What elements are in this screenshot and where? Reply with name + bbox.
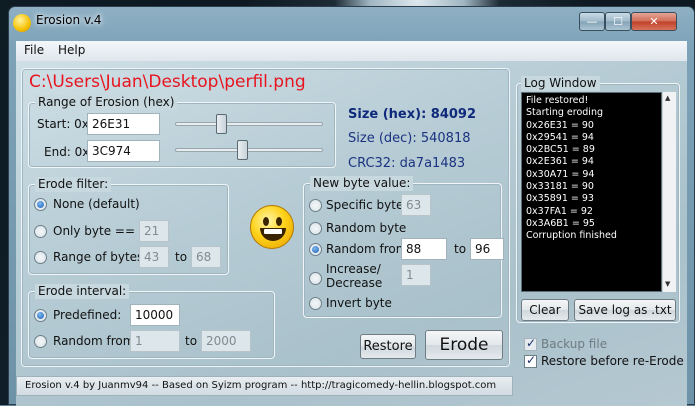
random-to-label: to: [454, 242, 467, 256]
erode-filter-label: Erode filter:: [35, 177, 112, 192]
log-line: File restored!: [526, 95, 589, 106]
random-to-input[interactable]: 96: [470, 238, 504, 260]
interval-random-to-input[interactable]: 2000: [201, 330, 251, 352]
end-slider-track[interactable]: [175, 148, 323, 152]
specific-byte-input[interactable]: 63: [401, 194, 431, 216]
filter-range-to-label: to: [175, 250, 188, 264]
end-label: End: 0x: [44, 145, 90, 159]
save-log-button[interactable]: Save log as .txt: [574, 299, 676, 321]
filter-range-to-input[interactable]: 68: [191, 246, 221, 268]
menu-bar: File Help: [16, 41, 687, 61]
start-slider-track[interactable]: [175, 122, 323, 126]
invert-byte-radio[interactable]: [309, 297, 322, 310]
erode-button[interactable]: Erode: [425, 330, 503, 360]
inc-dec-label-line1: Increase/: [326, 262, 381, 276]
interval-to-label: to: [185, 334, 198, 348]
close-button[interactable]: ✕: [631, 12, 677, 31]
random-byte-radio[interactable]: [309, 222, 322, 235]
clear-button[interactable]: Clear: [521, 299, 569, 321]
range-group-label: Range of Erosion (hex): [35, 95, 178, 110]
start-label: Start: 0x: [37, 117, 89, 131]
log-line: 0x2E361 = 94: [526, 156, 594, 168]
end-input[interactable]: 3C974: [87, 140, 160, 162]
filter-none-label[interactable]: None (default): [53, 197, 140, 211]
log-line: 0x29541 = 94: [526, 131, 594, 143]
interval-predefined-label[interactable]: Predefined:: [53, 308, 121, 322]
filter-none-radio[interactable]: [34, 198, 47, 211]
interval-random-from-input[interactable]: 1: [130, 330, 180, 352]
erode-interval-label: Erode interval:: [35, 284, 130, 299]
log-scrollbar[interactable]: ▲ ▼: [662, 92, 676, 292]
backup-file-checkbox[interactable]: [524, 336, 537, 351]
range-group: Range of Erosion (hex) Start: 0x 26E31 E…: [28, 95, 336, 168]
erode-interval-group: Erode interval: Predefined: 10000 Random…: [28, 284, 275, 359]
main-panel: C:\Users\Juan\Desktop\perfil.png Range o…: [21, 68, 510, 367]
start-input[interactable]: 26E31: [87, 113, 160, 135]
interval-random-label[interactable]: Random from: [53, 334, 134, 348]
smiley-icon: [250, 205, 294, 249]
client-area: C:\Users\Juan\Desktop\perfil.png Range o…: [16, 61, 687, 406]
app-window: Erosion v.4 — ☐ ✕ File Help C:\Users\Jua…: [8, 6, 695, 406]
size-hex: Size (hex): 84092: [348, 107, 477, 122]
window-title: Erosion v.4: [36, 13, 102, 27]
log-line: 0x35891 = 93: [526, 193, 594, 205]
file-path: C:\Users\Juan\Desktop\perfil.png: [29, 72, 306, 92]
random-from-input[interactable]: 88: [401, 238, 447, 260]
end-slider-thumb[interactable]: [237, 140, 249, 160]
log-line: 0x37FA1 = 92: [526, 205, 593, 217]
scroll-down-icon[interactable]: ▼: [665, 280, 670, 288]
filter-range-label[interactable]: Range of bytes: [53, 250, 143, 264]
minimize-button[interactable]: —: [579, 12, 605, 31]
random-from-label[interactable]: Random from: [326, 242, 407, 256]
inc-dec-label[interactable]: Increase/ Decrease: [326, 262, 382, 290]
filter-only-byte-radio[interactable]: [34, 225, 47, 238]
log-line: Corruption finished: [526, 230, 617, 242]
start-slider-thumb[interactable]: [216, 114, 228, 134]
new-byte-group: New byte value: Specific byte: 63 Random…: [303, 176, 504, 318]
log-group-label: Log Window: [521, 76, 600, 91]
log-line: 0x26E31 = 90: [526, 119, 594, 131]
restore-before-checkbox[interactable]: [524, 353, 537, 368]
specific-byte-label[interactable]: Specific byte:: [326, 198, 407, 212]
log-line: 0x30A71 = 94: [526, 168, 595, 180]
log-group: Log Window File restored! Starting erodin…: [516, 76, 680, 323]
menu-file[interactable]: File: [24, 43, 44, 57]
inc-dec-label-line2: Decrease: [326, 276, 383, 290]
new-byte-label: New byte value:: [310, 176, 414, 191]
backup-file-label[interactable]: Backup file: [541, 337, 607, 351]
log-textarea[interactable]: File restored! Starting eroding 0x26E31 = …: [521, 92, 662, 292]
scroll-up-icon[interactable]: ▲: [665, 94, 670, 102]
filter-range-from-input[interactable]: 43: [139, 246, 169, 268]
specific-byte-radio[interactable]: [309, 199, 322, 212]
log-line: 0x3A6B1 = 95: [526, 217, 595, 229]
random-from-radio[interactable]: [309, 243, 322, 256]
log-line: Starting eroding: [526, 107, 603, 119]
restore-before-label[interactable]: Restore before re-Erode: [541, 354, 684, 368]
title-bar[interactable]: Erosion v.4 — ☐ ✕: [9, 7, 694, 39]
log-line: 0x2BC51 = 89: [526, 144, 595, 156]
menu-help[interactable]: Help: [58, 43, 85, 57]
maximize-button[interactable]: ☐: [605, 12, 631, 31]
erode-filter-group: Erode filter: None (default) Only byte =…: [28, 177, 229, 275]
size-dec: Size (dec): 540818: [348, 131, 471, 146]
filter-only-byte-label[interactable]: Only byte ==: [53, 224, 135, 238]
log-line: 0x33181 = 90: [526, 181, 594, 193]
status-bar: Erosion v.4 by Juanmv94 -- Based on Syiz…: [16, 376, 513, 396]
invert-byte-label[interactable]: Invert byte: [326, 296, 392, 310]
inc-dec-radio[interactable]: [309, 272, 322, 285]
interval-predefined-radio[interactable]: [34, 309, 47, 322]
interval-predefined-input[interactable]: 10000: [130, 304, 180, 326]
inc-dec-input[interactable]: 1: [401, 264, 431, 286]
smiley-icon: [13, 14, 31, 32]
crc32: CRC32: da7a1483: [348, 156, 466, 171]
interval-random-radio[interactable]: [34, 335, 47, 348]
filter-only-byte-input[interactable]: 21: [139, 220, 169, 242]
filter-range-radio[interactable]: [34, 251, 47, 264]
restore-button[interactable]: Restore: [360, 334, 416, 359]
random-byte-label[interactable]: Random byte: [326, 221, 406, 235]
